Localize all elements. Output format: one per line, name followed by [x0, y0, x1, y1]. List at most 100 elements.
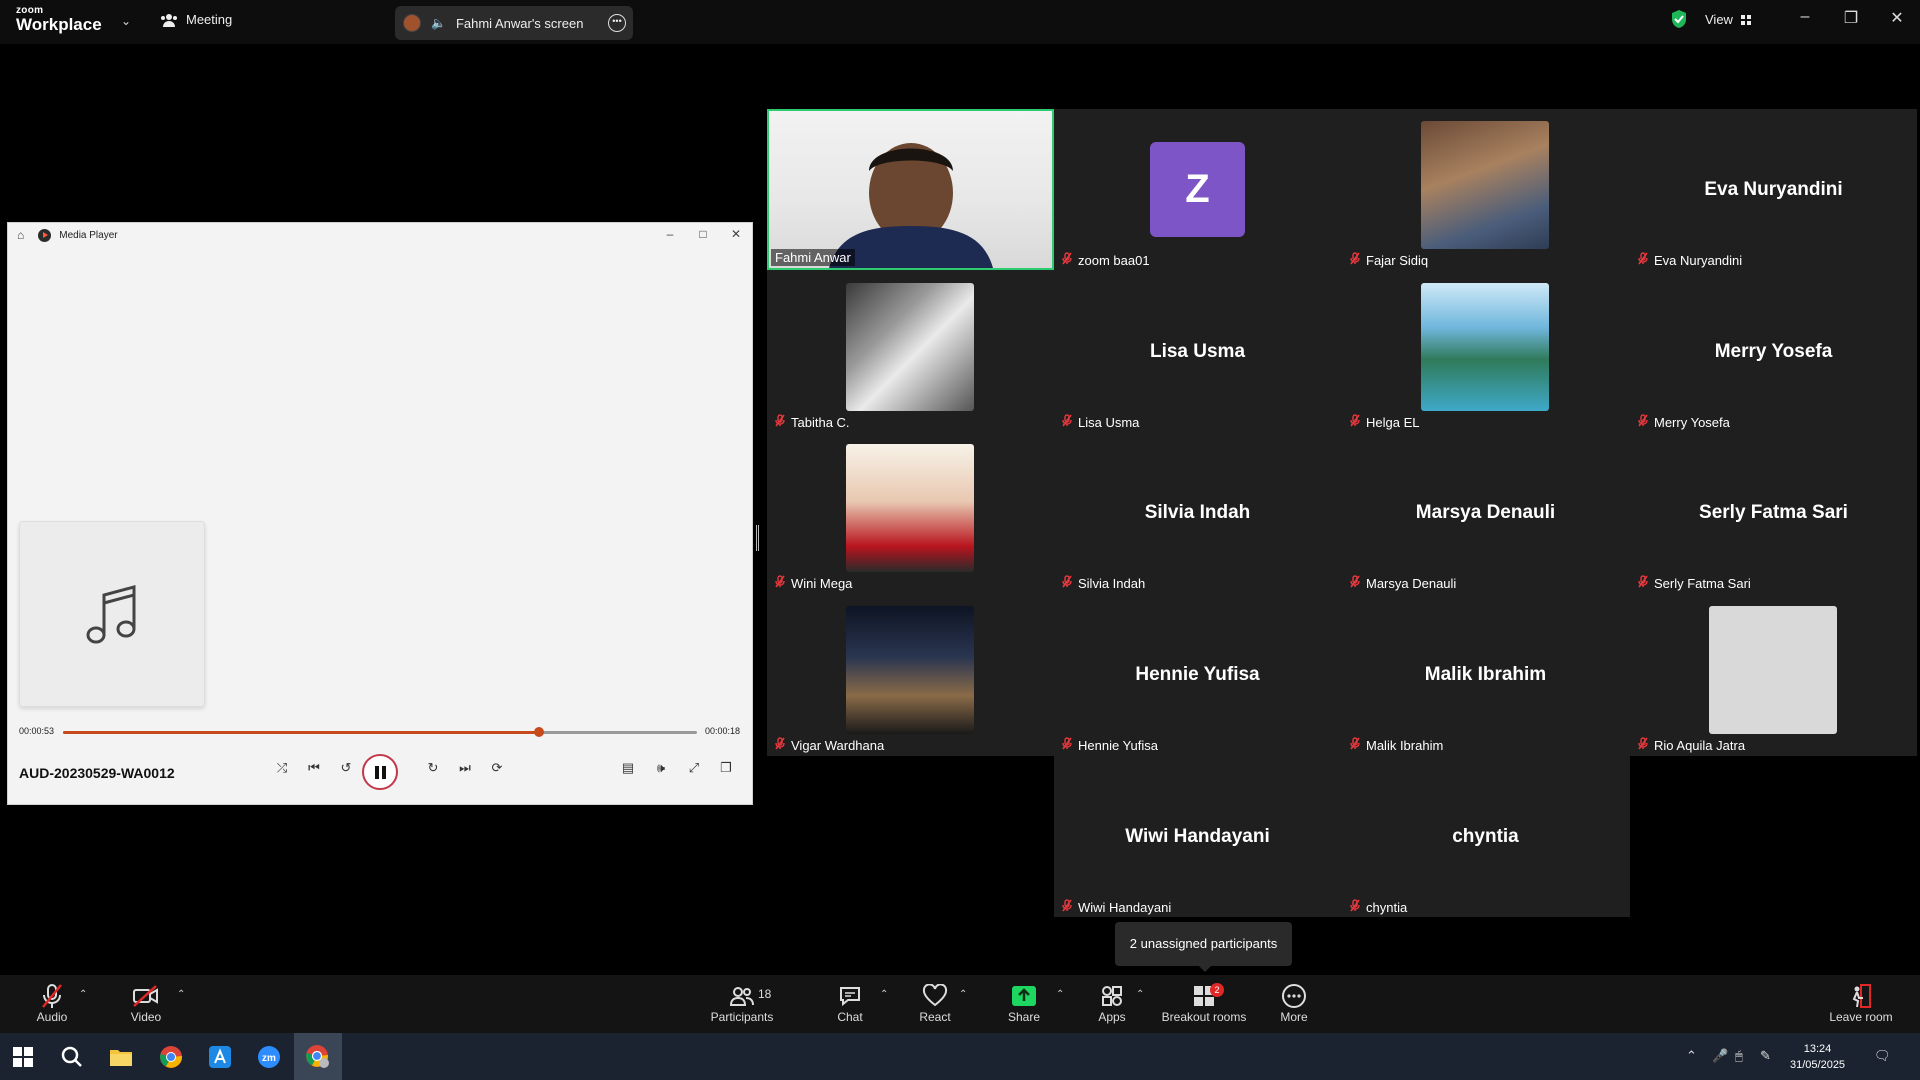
search-icon[interactable] [57, 1042, 87, 1072]
mp-minimize-icon[interactable]: – [660, 227, 680, 241]
mini-player-icon[interactable]: ❐ [714, 760, 738, 776]
participant-tile-silvia-indah[interactable]: Silvia Indah Silvia Indah [1054, 432, 1341, 593]
participant-tile-tabitha-c[interactable]: Tabitha C. [767, 271, 1054, 432]
mp-maximize-icon[interactable]: □ [693, 227, 713, 241]
breakout-rooms-button[interactable]: Breakout rooms [1158, 982, 1250, 1024]
participant-name-tag: zoom baa01 [1062, 252, 1150, 268]
chevron-down-icon[interactable]: ⌄ [121, 14, 131, 28]
profile-photo [1709, 606, 1837, 734]
participant-tile-zoom-baa01[interactable]: Zzoom baa01 [1054, 109, 1341, 270]
participant-tile-lisa-usma[interactable]: Lisa Usma Lisa Usma [1054, 271, 1341, 432]
mic-muted-icon [42, 984, 62, 1008]
home-icon[interactable]: ⌂ [17, 228, 24, 242]
network-icon[interactable]: 🖱 [1735, 1048, 1743, 1064]
app-store-icon[interactable] [205, 1042, 235, 1072]
microphone-icon[interactable]: 🎤 [1712, 1048, 1728, 1064]
meeting-label: Meeting [186, 12, 233, 27]
volume-icon[interactable]: 🕪 [649, 760, 673, 776]
leave-room-button[interactable]: Leave room [1826, 982, 1896, 1024]
restore-icon[interactable]: ❐ [1836, 8, 1866, 28]
chat-button[interactable]: Chat [826, 982, 874, 1024]
participant-tile-vigar-wardhana[interactable]: Vigar Wardhana [767, 594, 1054, 755]
apps-options-icon[interactable]: ⌃ [1136, 989, 1144, 1000]
more-icon [1282, 984, 1306, 1008]
participant-name-tag: Eva Nuryandini [1638, 252, 1742, 268]
speaker-icon: 🔈 [431, 16, 446, 30]
meeting-menu[interactable]: Meeting [160, 12, 232, 27]
screen-share-indicator[interactable]: 🔈 Fahmi Anwar's screen ••• [395, 6, 633, 40]
next-track-icon[interactable]: ⏭ [453, 760, 477, 776]
mp-close-icon[interactable]: ✕ [726, 227, 746, 241]
pause-button[interactable] [362, 754, 398, 790]
participant-tile-rio-aquila-jatra[interactable]: Rio Aquila Jatra [1630, 594, 1917, 755]
profile-photo [1421, 121, 1549, 249]
participant-name: Silvia Indah [1078, 575, 1146, 591]
mic-muted-icon [1350, 252, 1360, 268]
participants-group-icon [161, 13, 177, 27]
seek-bar-thumb[interactable] [533, 727, 544, 737]
participant-tile-eva-nuryandini[interactable]: Eva Nuryandini Eva Nuryandini [1630, 109, 1917, 270]
minimize-icon[interactable]: – [1790, 8, 1820, 26]
skip-forward-30-icon[interactable]: ↻ [421, 760, 445, 776]
previous-track-icon[interactable]: ⏮ [302, 760, 326, 776]
notifications-icon[interactable]: 🗨 [1874, 1048, 1891, 1064]
pen-icon[interactable]: ✎ [1760, 1048, 1771, 1064]
participant-tile-wini-mega[interactable]: Wini Mega [767, 432, 1054, 593]
grid-view-icon [1740, 14, 1751, 25]
participant-display-name: Wiwi Handayani [1125, 826, 1270, 847]
more-button[interactable]: More [1272, 982, 1316, 1024]
file-explorer-icon[interactable] [106, 1042, 136, 1072]
profile-photo [846, 606, 974, 734]
share-screen-icon [1012, 986, 1036, 1006]
system-clock[interactable]: 13:24 31/05/2025 [1790, 1041, 1845, 1073]
participant-tile-fajar-sidiq[interactable]: Fajar Sidiq [1342, 109, 1629, 270]
chat-options-icon[interactable]: ⌃ [880, 989, 888, 1000]
participant-tile-chyntia[interactable]: chyntia chyntia [1342, 756, 1629, 917]
shuffle-icon[interactable]: ⤮ [270, 760, 294, 776]
chrome-icon[interactable] [156, 1042, 186, 1072]
split-resize-handle[interactable] [756, 525, 759, 551]
share-label: Share [1007, 1010, 1041, 1024]
participant-display-name: Lisa Usma [1149, 341, 1246, 362]
audio-button[interactable]: Audio [30, 982, 74, 1024]
security-shield-icon[interactable] [1670, 9, 1688, 29]
participant-tile-wiwi-handayani[interactable]: Wiwi Handayani Wiwi Handayani [1054, 756, 1341, 917]
share-options-icon[interactable]: ⌃ [1056, 989, 1064, 1000]
track-title: AUD-20230529-WA0012 [19, 765, 175, 781]
profile-photo [1421, 283, 1549, 411]
skip-back-10-icon[interactable]: ↺ [334, 760, 358, 776]
more-options-icon[interactable]: ••• [608, 14, 626, 32]
chrome-profile-icon[interactable] [303, 1042, 333, 1072]
participant-tile-serly-fatma-sari[interactable]: Serly Fatma Sari Serly Fatma Sari [1630, 432, 1917, 593]
participant-name: Fajar Sidiq [1366, 252, 1429, 268]
fullscreen-icon[interactable]: ⤢ [682, 760, 706, 776]
audio-options-icon[interactable]: ⌃ [79, 989, 87, 1000]
view-button[interactable]: View [1705, 12, 1751, 27]
zoom-taskbar-icon[interactable]: zm [254, 1042, 284, 1072]
react-options-icon[interactable]: ⌃ [959, 989, 967, 1000]
participants-label: Participants [710, 1010, 774, 1024]
participant-tile-marsya-denauli[interactable]: Marsya Denauli Marsya Denauli [1342, 432, 1629, 593]
repeat-off-icon[interactable]: ⟳ [485, 760, 509, 776]
participant-name-tag: Wini Mega [775, 575, 852, 591]
apps-button[interactable]: Apps [1090, 982, 1134, 1024]
breakout-label: Breakout rooms [1161, 1010, 1247, 1024]
participant-tile-merry-yosefa[interactable]: Merry Yosefa Merry Yosefa [1630, 271, 1917, 432]
react-button[interactable]: React [910, 982, 960, 1024]
participant-tile-hennie-yufisa[interactable]: Hennie Yufisa Hennie Yufisa [1054, 594, 1341, 755]
tray-overflow-icon[interactable]: ⌃ [1686, 1048, 1697, 1064]
video-options-icon[interactable]: ⌃ [177, 989, 185, 1000]
close-icon[interactable]: ✕ [1882, 8, 1912, 28]
participant-tile-fahmi-anwar[interactable]: Fahmi Anwar [767, 109, 1054, 270]
video-button[interactable]: Video [124, 982, 168, 1024]
participant-tile-helga-el[interactable]: Helga EL [1342, 271, 1629, 432]
zoom-logo: zoom Workplace [16, 6, 102, 34]
react-label: React [919, 1010, 951, 1024]
participant-tile-malik-ibrahim[interactable]: Malik Ibrahim Malik Ibrahim [1342, 594, 1629, 755]
video-label: Video [130, 1010, 162, 1024]
captions-icon[interactable]: ▤ [616, 760, 640, 776]
share-button[interactable]: Share [1000, 982, 1048, 1024]
seek-bar[interactable] [63, 727, 697, 737]
mic-muted-icon [1062, 899, 1072, 915]
windows-start-icon[interactable] [8, 1042, 38, 1072]
